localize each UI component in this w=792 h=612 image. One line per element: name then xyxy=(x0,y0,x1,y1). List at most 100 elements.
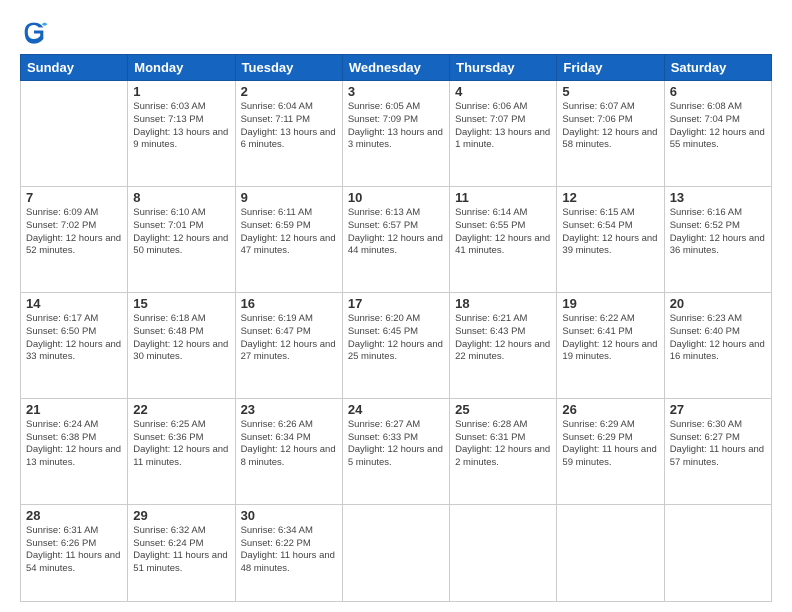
calendar-cell: 24 Sunrise: 6:27 AMSunset: 6:33 PMDayligh… xyxy=(342,398,449,504)
calendar-cell: 20 Sunrise: 6:23 AMSunset: 6:40 PMDayligh… xyxy=(664,292,771,398)
calendar-cell: 22 Sunrise: 6:25 AMSunset: 6:36 PMDayligh… xyxy=(128,398,235,504)
day-number: 15 xyxy=(133,296,229,311)
day-number: 5 xyxy=(562,84,658,99)
day-info: Sunrise: 6:24 AMSunset: 6:38 PMDaylight:… xyxy=(26,419,122,470)
day-number: 18 xyxy=(455,296,551,311)
calendar-cell: 12 Sunrise: 6:15 AMSunset: 6:54 PMDayligh… xyxy=(557,186,664,292)
week-row-1: 1 Sunrise: 6:03 AMSunset: 7:13 PMDaylight… xyxy=(21,81,772,187)
day-number: 2 xyxy=(241,84,337,99)
day-info: Sunrise: 6:27 AMSunset: 6:33 PMDaylight:… xyxy=(348,419,444,470)
day-info: Sunrise: 6:14 AMSunset: 6:55 PMDaylight:… xyxy=(455,207,551,258)
calendar-cell: 3Sunrise: 6:05 AMSunset: 7:09 PMDaylight… xyxy=(342,81,449,187)
day-number: 13 xyxy=(670,190,766,205)
calendar-cell xyxy=(557,504,664,601)
logo-icon xyxy=(20,18,48,46)
calendar-table: SundayMondayTuesdayWednesdayThursdayFrid… xyxy=(20,54,772,602)
weekday-header-wednesday: Wednesday xyxy=(342,55,449,81)
calendar-cell: 5Sunrise: 6:07 AMSunset: 7:06 PMDaylight… xyxy=(557,81,664,187)
calendar-cell: 21 Sunrise: 6:24 AMSunset: 6:38 PMDayligh… xyxy=(21,398,128,504)
calendar-cell: 11 Sunrise: 6:14 AMSunset: 6:55 PMDayligh… xyxy=(450,186,557,292)
calendar-cell: 15Sunrise: 6:18 AMSunset: 6:48 PMDayligh… xyxy=(128,292,235,398)
day-info: Sunrise: 6:17 AMSunset: 6:50 PMDaylight:… xyxy=(26,313,122,364)
day-number: 14 xyxy=(26,296,122,311)
day-number: 23 xyxy=(241,402,337,417)
calendar-cell xyxy=(664,504,771,601)
day-info: Sunrise: 6:31 AMSunset: 6:26 PMDaylight:… xyxy=(26,525,122,576)
calendar-cell: 9 Sunrise: 6:11 AMSunset: 6:59 PMDaylight… xyxy=(235,186,342,292)
day-info: Sunrise: 6:05 AMSunset: 7:09 PMDaylight:… xyxy=(348,101,444,152)
calendar-cell: 16 Sunrise: 6:19 AMSunset: 6:47 PMDayligh… xyxy=(235,292,342,398)
calendar-cell: 17 Sunrise: 6:20 AMSunset: 6:45 PMDayligh… xyxy=(342,292,449,398)
calendar-cell: 27 Sunrise: 6:30 AMSunset: 6:27 PMDayligh… xyxy=(664,398,771,504)
day-number: 9 xyxy=(241,190,337,205)
day-info: Sunrise: 6:09 AMSunset: 7:02 PMDaylight:… xyxy=(26,207,122,258)
day-info: Sunrise: 6:23 AMSunset: 6:40 PMDaylight:… xyxy=(670,313,766,364)
day-info: Sunrise: 6:03 AMSunset: 7:13 PMDaylight:… xyxy=(133,101,229,152)
weekday-header-friday: Friday xyxy=(557,55,664,81)
day-info: Sunrise: 6:34 AMSunset: 6:22 PMDaylight:… xyxy=(241,525,337,576)
calendar-cell: 23 Sunrise: 6:26 AMSunset: 6:34 PMDayligh… xyxy=(235,398,342,504)
weekday-header-saturday: Saturday xyxy=(664,55,771,81)
day-number: 20 xyxy=(670,296,766,311)
day-number: 24 xyxy=(348,402,444,417)
calendar-cell: 8 Sunrise: 6:10 AMSunset: 7:01 PMDaylight… xyxy=(128,186,235,292)
calendar-cell: 26 Sunrise: 6:29 AMSunset: 6:29 PMDayligh… xyxy=(557,398,664,504)
day-info: Sunrise: 6:20 AMSunset: 6:45 PMDaylight:… xyxy=(348,313,444,364)
day-number: 21 xyxy=(26,402,122,417)
weekday-header-sunday: Sunday xyxy=(21,55,128,81)
day-info: Sunrise: 6:10 AMSunset: 7:01 PMDaylight:… xyxy=(133,207,229,258)
day-info: Sunrise: 6:25 AMSunset: 6:36 PMDaylight:… xyxy=(133,419,229,470)
calendar-cell: 19 Sunrise: 6:22 AMSunset: 6:41 PMDayligh… xyxy=(557,292,664,398)
weekday-header-tuesday: Tuesday xyxy=(235,55,342,81)
calendar-cell: 14 Sunrise: 6:17 AMSunset: 6:50 PMDayligh… xyxy=(21,292,128,398)
weekday-header-monday: Monday xyxy=(128,55,235,81)
calendar-cell: 29Sunrise: 6:32 AMSunset: 6:24 PMDayligh… xyxy=(128,504,235,601)
day-info: Sunrise: 6:15 AMSunset: 6:54 PMDaylight:… xyxy=(562,207,658,258)
day-info: Sunrise: 6:08 AMSunset: 7:04 PMDaylight:… xyxy=(670,101,766,152)
day-info: Sunrise: 6:19 AMSunset: 6:47 PMDaylight:… xyxy=(241,313,337,364)
week-row-2: 7 Sunrise: 6:09 AMSunset: 7:02 PMDaylight… xyxy=(21,186,772,292)
calendar-cell: 1 Sunrise: 6:03 AMSunset: 7:13 PMDaylight… xyxy=(128,81,235,187)
day-number: 25 xyxy=(455,402,551,417)
week-row-3: 14 Sunrise: 6:17 AMSunset: 6:50 PMDayligh… xyxy=(21,292,772,398)
day-info: Sunrise: 6:32 AMSunset: 6:24 PMDaylight:… xyxy=(133,525,229,576)
day-number: 16 xyxy=(241,296,337,311)
day-info: Sunrise: 6:16 AMSunset: 6:52 PMDaylight:… xyxy=(670,207,766,258)
header xyxy=(20,18,772,46)
calendar-cell xyxy=(342,504,449,601)
day-info: Sunrise: 6:22 AMSunset: 6:41 PMDaylight:… xyxy=(562,313,658,364)
day-number: 17 xyxy=(348,296,444,311)
day-info: Sunrise: 6:11 AMSunset: 6:59 PMDaylight:… xyxy=(241,207,337,258)
calendar-cell xyxy=(21,81,128,187)
day-number: 1 xyxy=(133,84,229,99)
day-number: 28 xyxy=(26,508,122,523)
calendar-cell: 7 Sunrise: 6:09 AMSunset: 7:02 PMDaylight… xyxy=(21,186,128,292)
page: SundayMondayTuesdayWednesdayThursdayFrid… xyxy=(0,0,792,612)
calendar-cell: 25 Sunrise: 6:28 AMSunset: 6:31 PMDayligh… xyxy=(450,398,557,504)
week-row-5: 28 Sunrise: 6:31 AMSunset: 6:26 PMDayligh… xyxy=(21,504,772,601)
day-info: Sunrise: 6:06 AMSunset: 7:07 PMDaylight:… xyxy=(455,101,551,152)
day-number: 11 xyxy=(455,190,551,205)
calendar-cell xyxy=(450,504,557,601)
day-number: 26 xyxy=(562,402,658,417)
calendar-cell: 18 Sunrise: 6:21 AMSunset: 6:43 PMDayligh… xyxy=(450,292,557,398)
day-number: 10 xyxy=(348,190,444,205)
day-info: Sunrise: 6:21 AMSunset: 6:43 PMDaylight:… xyxy=(455,313,551,364)
calendar-cell: 6Sunrise: 6:08 AMSunset: 7:04 PMDaylight… xyxy=(664,81,771,187)
day-number: 19 xyxy=(562,296,658,311)
day-info: Sunrise: 6:30 AMSunset: 6:27 PMDaylight:… xyxy=(670,419,766,470)
weekday-header-row: SundayMondayTuesdayWednesdayThursdayFrid… xyxy=(21,55,772,81)
day-info: Sunrise: 6:28 AMSunset: 6:31 PMDaylight:… xyxy=(455,419,551,470)
day-info: Sunrise: 6:04 AMSunset: 7:11 PMDaylight:… xyxy=(241,101,337,152)
day-number: 27 xyxy=(670,402,766,417)
day-info: Sunrise: 6:26 AMSunset: 6:34 PMDaylight:… xyxy=(241,419,337,470)
day-number: 22 xyxy=(133,402,229,417)
calendar-cell: 30Sunrise: 6:34 AMSunset: 6:22 PMDayligh… xyxy=(235,504,342,601)
day-number: 4 xyxy=(455,84,551,99)
day-number: 12 xyxy=(562,190,658,205)
day-info: Sunrise: 6:29 AMSunset: 6:29 PMDaylight:… xyxy=(562,419,658,470)
day-number: 7 xyxy=(26,190,122,205)
weekday-header-thursday: Thursday xyxy=(450,55,557,81)
calendar-cell: 2 Sunrise: 6:04 AMSunset: 7:11 PMDaylight… xyxy=(235,81,342,187)
day-number: 8 xyxy=(133,190,229,205)
